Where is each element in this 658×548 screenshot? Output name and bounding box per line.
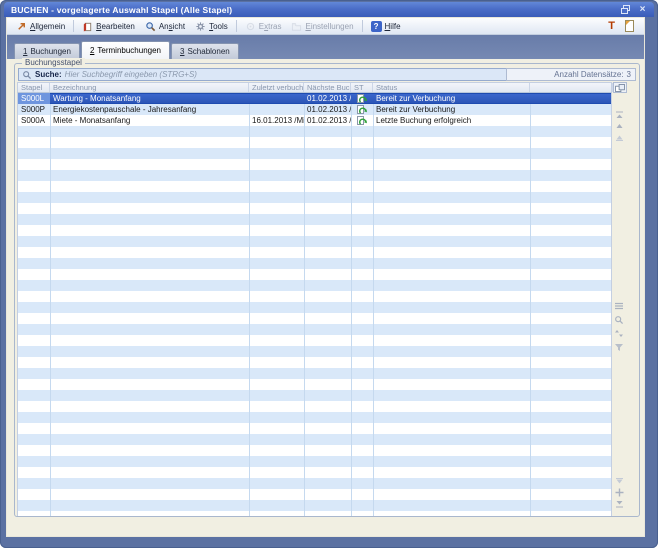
column-header-status[interactable]: Status — [373, 83, 530, 92]
scroll-down-page-icon[interactable] — [613, 476, 625, 487]
side-toolbar — [611, 95, 627, 513]
cell-empty — [530, 104, 612, 115]
search-icon — [22, 70, 32, 80]
app-window: BUCHEN - vorgelagerte Auswahl Stapel (Al… — [0, 0, 658, 548]
cell-status: Letzte Buchung erfolgreich — [373, 115, 530, 126]
restore-icon[interactable] — [620, 4, 631, 15]
table-row[interactable]: S000LWartung - Monatsanfang 01.02.2013 /F… — [18, 93, 612, 104]
column-divider — [50, 93, 51, 516]
magnifier-icon — [145, 21, 156, 32]
menu-separator — [362, 20, 363, 32]
settings-folder-icon — [291, 21, 302, 32]
cell-zuletzt_verbucht — [249, 104, 304, 115]
menu-item-hilfe[interactable]: ? Hilfe — [366, 19, 406, 34]
cell-stapel: S000L — [18, 93, 50, 104]
cell-bezeichnung: Energiekostenpauschale - Jahresanfang — [50, 104, 249, 115]
window-title: BUCHEN - vorgelagerte Auswahl Stapel (Al… — [4, 5, 232, 15]
cell-bezeichnung: Miete - Monatsanfang — [50, 115, 249, 126]
buchungsstapel-groupbox: Buchungsstapel Suche: Anzahl Datensätze:… — [14, 63, 640, 517]
column-header-empty[interactable] — [530, 83, 613, 92]
column-header-st[interactable]: ST — [351, 83, 373, 92]
search-bar[interactable]: Suche: — [18, 68, 507, 81]
filter-icon[interactable] — [613, 342, 625, 353]
extras-icon — [245, 21, 256, 32]
menubar: Allgemein Bearbeiten Ansicht Tools Extra… — [7, 18, 644, 35]
cell-bezeichnung: Wartung - Monatsanfang — [50, 93, 249, 104]
page-refresh-icon — [351, 93, 373, 104]
arrow-ne-icon — [16, 21, 27, 32]
tab-strip: 1Buchungen 2Terminbuchungen 3Schablonen — [7, 35, 644, 59]
sort-icon[interactable] — [613, 328, 625, 339]
new-page-icon[interactable] — [625, 20, 634, 32]
search-input[interactable] — [65, 69, 503, 80]
cell-naechste_buchung: 01.02.2013 /Fr — [304, 115, 351, 126]
tab-buchungen[interactable]: 1Buchungen — [14, 43, 80, 59]
titlebar[interactable]: BUCHEN - vorgelagerte Auswahl Stapel (Al… — [4, 2, 654, 17]
search-small-icon[interactable] — [613, 314, 625, 325]
tab-schablonen[interactable]: 3Schablonen — [171, 43, 239, 59]
scroll-top-icon[interactable] — [613, 109, 625, 120]
menu-item-allgemein[interactable]: Allgemein — [11, 19, 70, 34]
main-panel: Buchungsstapel Suche: Anzahl Datensätze:… — [7, 59, 644, 536]
search-label: Suche: — [35, 70, 62, 79]
cell-naechste_buchung: 01.02.2013 /Fr — [304, 93, 351, 104]
scroll-bottom-icon[interactable] — [613, 498, 625, 509]
scroll-down-icon[interactable] — [613, 487, 625, 498]
column-header-stapel[interactable]: Stapel — [18, 83, 50, 92]
groupbox-label: Buchungsstapel — [22, 58, 85, 67]
menu-separator — [73, 20, 74, 32]
column-header-zuletzt_verbucht[interactable]: Zuletzt verbucht — [249, 83, 304, 92]
page-refresh-icon — [351, 115, 373, 126]
column-divider — [373, 93, 374, 516]
gear-icon — [195, 21, 206, 32]
cell-status: Bereit zur Verbuchung — [373, 93, 530, 104]
cell-stapel: S000P — [18, 104, 50, 115]
help-icon: ? — [371, 21, 382, 32]
page-refresh-icon — [351, 104, 373, 115]
scroll-up-icon[interactable] — [613, 120, 625, 131]
edit-book-icon — [82, 21, 93, 32]
scroll-up-page-icon[interactable] — [613, 132, 625, 143]
close-icon[interactable]: × — [637, 4, 648, 15]
table-header: StapelBezeichnungZuletzt verbuchtNächste… — [17, 82, 612, 93]
menu-item-einstellungen: Einstellungen — [286, 19, 358, 34]
menu-item-tools[interactable]: Tools — [190, 19, 233, 34]
column-divider — [249, 93, 250, 516]
menu-item-bearbeiten[interactable]: Bearbeiten — [77, 19, 140, 34]
cell-zuletzt_verbucht: 16.01.2013 /Mi — [249, 115, 304, 126]
record-count: Anzahl Datensätze: 3 — [506, 68, 636, 81]
column-divider — [351, 93, 352, 516]
column-divider — [530, 93, 531, 516]
menu-item-ansicht[interactable]: Ansicht — [140, 19, 190, 34]
menu-separator — [236, 20, 237, 32]
column-chooser-icon[interactable] — [613, 82, 627, 93]
cell-empty — [530, 115, 612, 126]
cell-naechste_buchung: 01.02.2013 /Fr — [304, 104, 351, 115]
cell-zuletzt_verbucht — [249, 93, 304, 104]
column-divider — [304, 93, 305, 516]
table-row[interactable]: S000AMiete - Monatsanfang16.01.2013 /Mi0… — [18, 115, 612, 126]
t-icon[interactable]: T — [608, 21, 615, 32]
menu-item-extras: Extras — [240, 19, 287, 34]
cell-empty — [530, 93, 612, 104]
record-count-value: 3 — [627, 70, 631, 79]
column-header-naechste_buchung[interactable]: Nächste Buchun — [304, 83, 351, 92]
window-content: Allgemein Bearbeiten Ansicht Tools Extra… — [6, 17, 645, 537]
cell-stapel: S000A — [18, 115, 50, 126]
tab-terminbuchungen[interactable]: 2Terminbuchungen — [81, 41, 170, 59]
table-row[interactable]: S000PEnergiekostenpauschale - Jahresanfa… — [18, 104, 612, 115]
list-icon[interactable] — [613, 300, 625, 311]
cell-status: Bereit zur Verbuchung — [373, 104, 530, 115]
table-body: S000LWartung - Monatsanfang 01.02.2013 /F… — [17, 93, 612, 516]
column-header-bezeichnung[interactable]: Bezeichnung — [50, 83, 249, 92]
